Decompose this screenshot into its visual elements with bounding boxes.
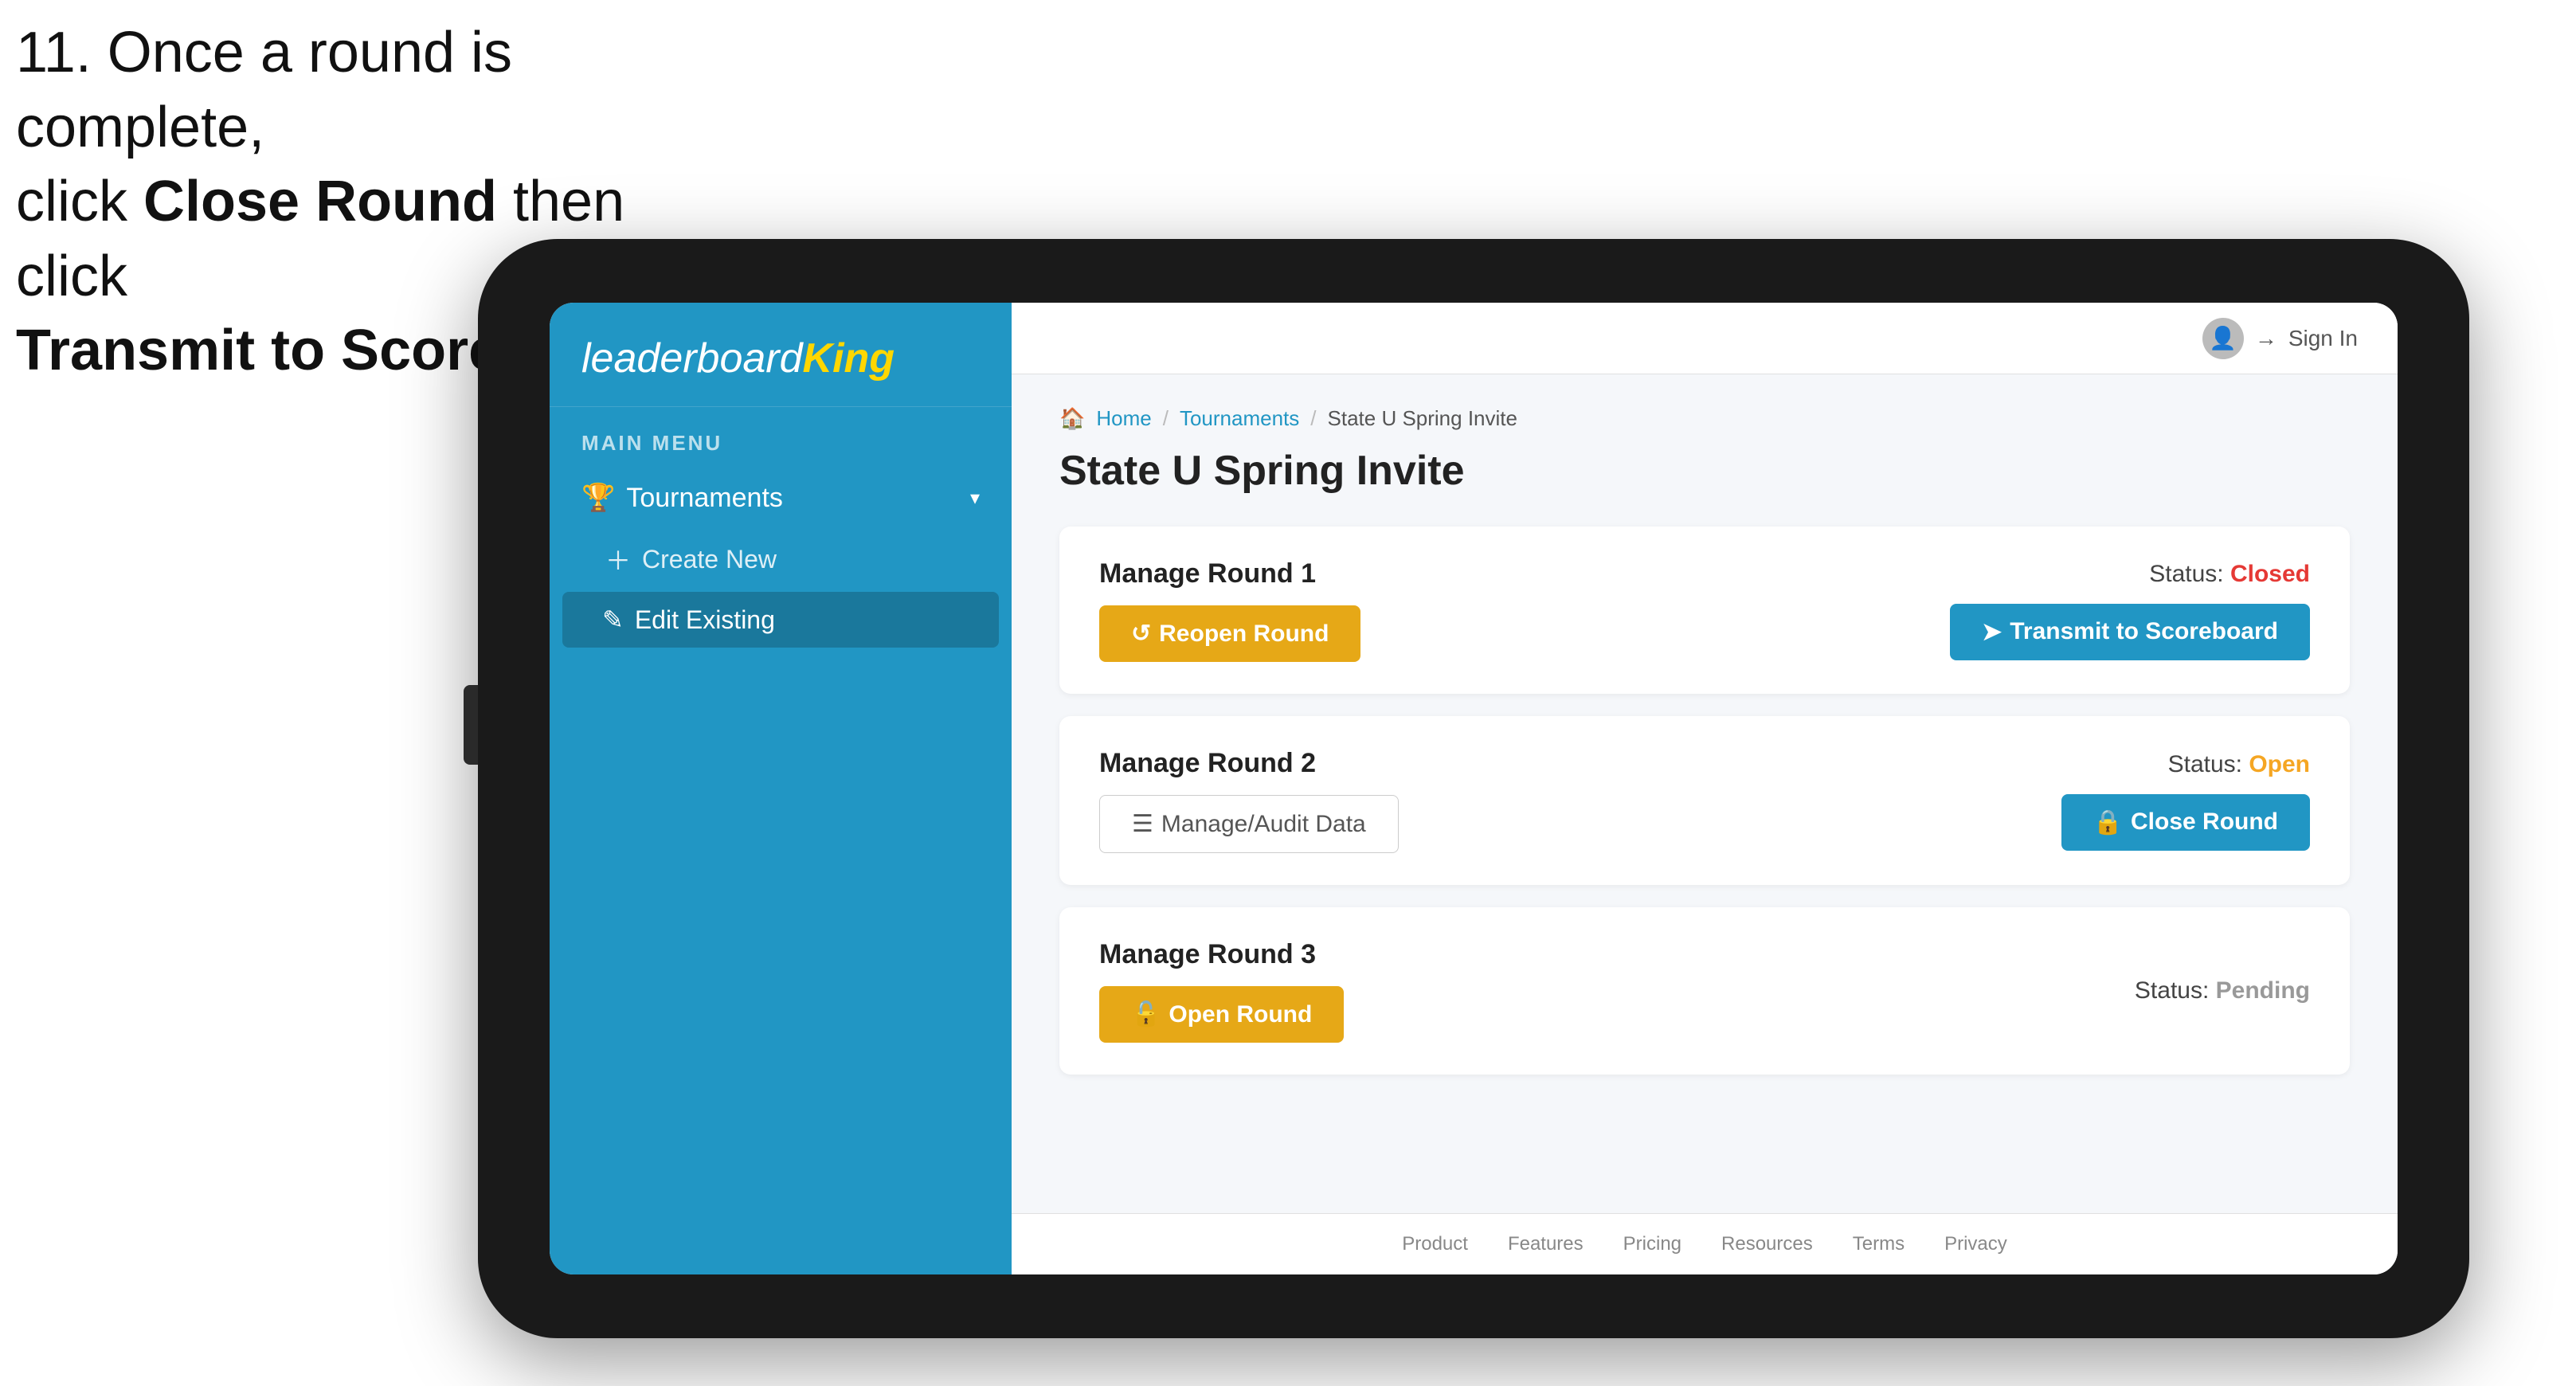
- sidebar: leaderboardKing MAIN MENU 🏆 Tournaments …: [550, 303, 1012, 1274]
- create-new-label: Create New: [642, 545, 777, 574]
- app-footer: Product Features Pricing Resources Terms…: [1012, 1213, 2398, 1274]
- home-icon: 🏠: [1059, 406, 1085, 431]
- footer-pricing[interactable]: Pricing: [1623, 1233, 1681, 1255]
- footer-features[interactable]: Features: [1508, 1233, 1584, 1255]
- instruction-line1: 11. Once a round is complete,: [16, 21, 512, 159]
- reopen-round-label: Reopen Round: [1159, 621, 1329, 648]
- edit-existing-label: Edit Existing: [635, 605, 775, 635]
- sign-in-icon: →: [2255, 326, 2277, 351]
- round-2-status-label: Status:: [2168, 751, 2242, 777]
- round-1-status-value: Closed: [2230, 561, 2310, 587]
- audit-icon: ☰: [1132, 810, 1153, 838]
- user-icon: 👤: [2209, 325, 2237, 351]
- sign-in-label: Sign In: [2288, 326, 2358, 351]
- round-3-status-label: Status:: [2135, 977, 2209, 1004]
- reopen-round-button[interactable]: ↺ Reopen Round: [1099, 605, 1360, 662]
- sidebar-tournaments-label: Tournaments: [626, 483, 783, 514]
- transmit-label: Transmit to Scoreboard: [2010, 618, 2278, 645]
- round-1-title: Manage Round 1: [1099, 558, 1360, 589]
- round-1-status-label: Status:: [2149, 561, 2223, 587]
- top-bar: 👤 → Sign In: [1012, 303, 2398, 374]
- manage-audit-button[interactable]: ☰ Manage/Audit Data: [1099, 795, 1399, 853]
- open-round-label: Open Round: [1169, 1001, 1312, 1028]
- close-round-label: Close Round: [2131, 808, 2278, 836]
- tablet-screen: leaderboardKing MAIN MENU 🏆 Tournaments …: [550, 303, 2398, 1274]
- round-card-2: Manage Round 2 ☰ Manage/Audit Data Statu…: [1059, 716, 2350, 885]
- breadcrumb-home[interactable]: Home: [1096, 406, 1151, 431]
- plus-icon: ＋: [605, 541, 631, 578]
- round-3-left: Manage Round 3 🔓 Open Round: [1099, 939, 1344, 1043]
- tablet-frame: leaderboardKing MAIN MENU 🏆 Tournaments …: [478, 239, 2469, 1338]
- sidebar-logo: leaderboardKing: [550, 303, 1012, 407]
- round-3-title: Manage Round 3: [1099, 939, 1344, 970]
- footer-terms[interactable]: Terms: [1853, 1233, 1905, 1255]
- sidebar-item-edit-existing[interactable]: ✎ Edit Existing: [562, 592, 999, 648]
- round-2-right: Status: Open 🔒 Close Round: [2061, 751, 2310, 851]
- lock-icon: 🔒: [2093, 808, 2123, 836]
- round-2-status: Status: Open: [2168, 751, 2310, 778]
- chevron-down-icon: ▾: [970, 487, 980, 510]
- breadcrumb-sep1: /: [1163, 406, 1169, 431]
- transmit-to-scoreboard-button[interactable]: ➤ Transmit to Scoreboard: [1950, 604, 2310, 660]
- round-2-left: Manage Round 2 ☰ Manage/Audit Data: [1099, 748, 1399, 853]
- sidebar-item-tournaments[interactable]: 🏆 Tournaments ▾: [550, 468, 1012, 528]
- footer-resources[interactable]: Resources: [1721, 1233, 1813, 1255]
- page-title: State U Spring Invite: [1059, 447, 2350, 495]
- round-3-status: Status: Pending: [2135, 977, 2310, 1004]
- breadcrumb: 🏠 Home / Tournaments / State U Spring In…: [1059, 406, 2350, 431]
- edit-icon: ✎: [602, 605, 624, 635]
- sidebar-item-create-new[interactable]: ＋ Create New: [550, 528, 1012, 590]
- round-3-right: Status: Pending: [2135, 977, 2310, 1004]
- trophy-icon: 🏆: [581, 482, 615, 514]
- main-menu-label: MAIN MENU: [550, 407, 1012, 468]
- manage-audit-label: Manage/Audit Data: [1161, 811, 1366, 838]
- round-1-left: Manage Round 1 ↺ Reopen Round: [1099, 558, 1360, 662]
- sign-in-area[interactable]: 👤 → Sign In: [2202, 318, 2358, 359]
- logo-king: King: [803, 335, 895, 382]
- footer-product[interactable]: Product: [1402, 1233, 1468, 1255]
- logo-leaderboard: leaderboard: [581, 335, 803, 382]
- round-card-3: Manage Round 3 🔓 Open Round Status: Pend…: [1059, 907, 2350, 1075]
- round-1-right: Status: Closed ➤ Transmit to Scoreboard: [1950, 561, 2310, 660]
- round-card-1: Manage Round 1 ↺ Reopen Round Status: Cl…: [1059, 527, 2350, 694]
- breadcrumb-tournaments[interactable]: Tournaments: [1180, 406, 1299, 431]
- reopen-icon: ↺: [1131, 620, 1151, 648]
- logo: leaderboardKing: [581, 335, 980, 382]
- breadcrumb-current: State U Spring Invite: [1328, 406, 1517, 431]
- round-1-status: Status: Closed: [2149, 561, 2310, 588]
- instruction-line2-prefix: click: [16, 170, 143, 233]
- instruction-bold: Close Round: [143, 170, 497, 233]
- app-layout: leaderboardKing MAIN MENU 🏆 Tournaments …: [550, 303, 2398, 1274]
- footer-privacy[interactable]: Privacy: [1944, 1233, 2007, 1255]
- avatar: 👤: [2202, 318, 2244, 359]
- round-3-status-value: Pending: [2216, 977, 2310, 1004]
- page-content: 🏠 Home / Tournaments / State U Spring In…: [1012, 374, 2398, 1213]
- breadcrumb-sep2: /: [1310, 406, 1316, 431]
- round-2-title: Manage Round 2: [1099, 748, 1399, 779]
- round-2-status-value: Open: [2249, 751, 2310, 777]
- main-content: 👤 → Sign In 🏠 Home / Tournaments /: [1012, 303, 2398, 1274]
- open-round-button[interactable]: 🔓 Open Round: [1099, 986, 1344, 1043]
- close-round-button[interactable]: 🔒 Close Round: [2061, 794, 2310, 851]
- open-icon: 🔓: [1131, 1000, 1161, 1028]
- transmit-icon: ➤: [1982, 618, 2002, 646]
